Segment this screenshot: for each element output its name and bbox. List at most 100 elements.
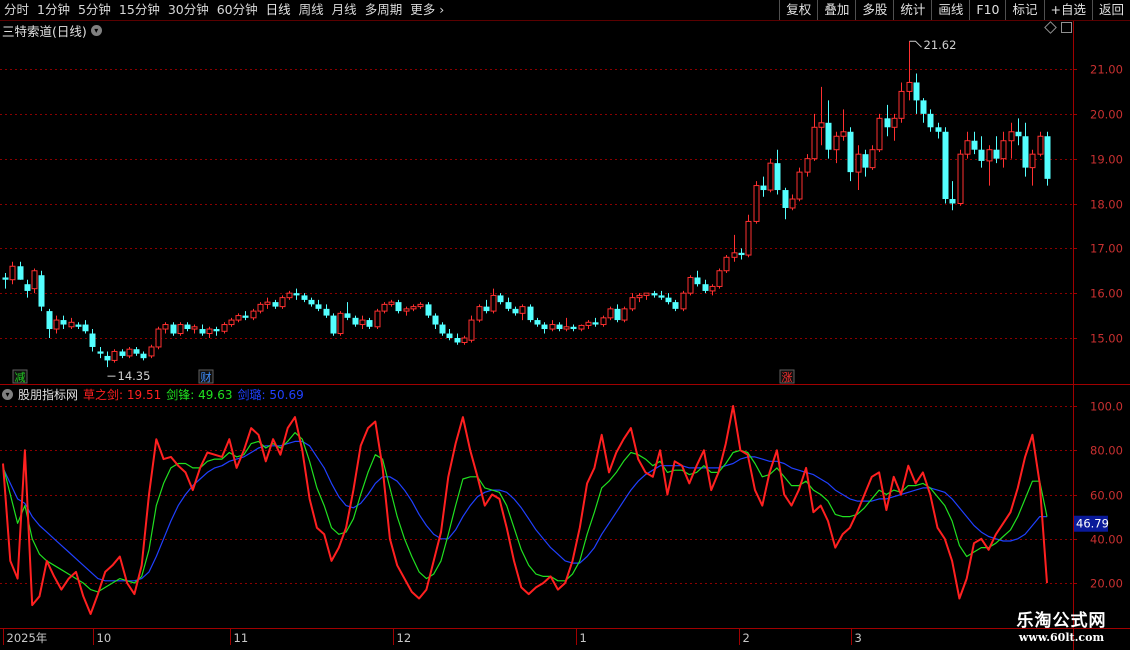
legend-label: 草之剑:: [83, 388, 124, 402]
candle-body-down: [242, 315, 249, 318]
indicator-line-草之剑: [2, 405, 1048, 615]
candle-body-up: [621, 308, 628, 321]
candle-body-up: [789, 198, 796, 209]
candle-body-up: [68, 321, 75, 328]
time-tick-label: 2: [743, 631, 750, 645]
candle-body-up: [337, 312, 344, 335]
candle-body-up: [840, 131, 847, 137]
candle-body-down: [24, 284, 31, 291]
legend-label: 剑锋:: [166, 388, 195, 402]
candle-body-up: [680, 292, 687, 310]
time-tick-label: 1: [580, 631, 587, 645]
candle-body-down: [352, 317, 359, 325]
candle-body-up: [563, 326, 570, 330]
candle-body-up: [753, 185, 760, 222]
candle-body-up: [417, 303, 424, 308]
candle-body-down: [825, 122, 832, 150]
candle-body-up: [177, 324, 184, 335]
candle-body-up: [585, 321, 592, 326]
candle-body-up: [818, 122, 825, 128]
candle-body-up: [53, 319, 60, 330]
candle-body-down: [497, 295, 504, 303]
candle-body-down: [60, 320, 67, 325]
candle-body-down: [651, 293, 658, 296]
candle-body-up: [796, 171, 803, 200]
window-toggle-icon[interactable]: [1061, 22, 1072, 33]
candle-body-up: [461, 337, 468, 343]
candle-body-down: [272, 302, 279, 307]
candle-body-down: [927, 113, 934, 128]
candle-body-up: [745, 220, 752, 256]
candle-body-up: [709, 285, 716, 292]
candle-body-down: [694, 277, 701, 285]
candle-body-up: [716, 270, 723, 287]
candle-body-down: [782, 190, 789, 208]
indicator-name[interactable]: 股朋指标网: [18, 386, 78, 403]
candle-body-down: [512, 308, 519, 314]
candle-body-up: [257, 303, 264, 312]
chevron-down-icon[interactable]: ▾: [2, 389, 13, 400]
candle-body-down: [592, 322, 599, 325]
candle-body-up: [898, 90, 905, 119]
legend-value: 49.63: [198, 388, 233, 402]
candle-body-up: [723, 256, 730, 272]
time-tick-label: 10: [97, 631, 112, 645]
candle-body-up: [549, 324, 556, 330]
indicator-tick-label: 40.00: [1090, 533, 1123, 547]
candle-body-down: [323, 308, 330, 316]
watermark-url: www.60lt.com: [1018, 631, 1105, 644]
indicator-title: ▾ 股朋指标网 草之剑: 19.51 剑锋: 49.63 剑璐: 50.69: [2, 386, 304, 403]
candle-body-down: [38, 275, 45, 307]
chart-canvas[interactable]: 15.00 16.00 17.00 18.00 19.00 20.00 21.00 20.00…: [0, 0, 1130, 650]
chevron-down-icon[interactable]: ▾: [90, 25, 102, 36]
candle-body-down: [920, 100, 927, 114]
candle-body-up: [250, 310, 257, 319]
candle-body-up: [359, 319, 366, 326]
candle-body-up: [490, 294, 497, 312]
candle-body-down: [847, 131, 854, 173]
candle-body-up: [636, 294, 643, 299]
current-value-label: 46.79: [1076, 517, 1109, 531]
candle-body-down: [1022, 136, 1029, 168]
candle-body-down: [527, 306, 534, 321]
candle-body-down: [2, 277, 9, 280]
candle-body-down: [738, 252, 745, 256]
candle-body-down: [760, 185, 767, 191]
candle-body-down: [366, 320, 373, 327]
candle-body-up: [31, 270, 38, 290]
candle-body-up: [731, 252, 738, 258]
candle-body-down: [949, 199, 956, 204]
candle-body-up: [286, 292, 293, 299]
candle-body-down: [301, 295, 308, 300]
grid-lines: [0, 69, 1073, 584]
legend-jianlu: 剑璐: 50.69: [237, 386, 303, 403]
candle-body-down: [534, 320, 541, 325]
candle-body-up: [1008, 131, 1015, 142]
candle-body-up: [519, 306, 526, 314]
main-chart-title[interactable]: 三特索道(日线) ▾: [2, 21, 102, 40]
candle-body-up: [1029, 153, 1036, 169]
candle-body-down: [133, 349, 140, 354]
legend-value: 50.69: [269, 388, 304, 402]
candle-body-down: [199, 329, 206, 334]
price-tick-label: 18.00: [1090, 198, 1123, 212]
candle-body-down: [46, 311, 53, 330]
candle-body-up: [767, 162, 774, 191]
candle-body-up: [869, 149, 876, 169]
diamond-icon[interactable]: [1044, 21, 1057, 34]
candle-body-down: [293, 293, 300, 296]
candle-body-down: [978, 149, 985, 161]
time-tick-label: 2025年: [7, 631, 48, 645]
candle-body-up: [155, 328, 162, 348]
candle-body-down: [774, 163, 781, 191]
candle-body-down: [935, 127, 942, 132]
candle-body-up: [191, 326, 198, 330]
time-tick-label: 11: [234, 631, 249, 645]
candle-body-up: [228, 319, 235, 326]
candle-body-down: [104, 355, 111, 361]
candle-body-down: [913, 82, 920, 101]
candle-body-up: [476, 306, 483, 321]
high-marker-arrow: [909, 40, 922, 48]
candle-body-down: [862, 154, 869, 168]
watermark: 乐淘公式网 www.60lt.com: [999, 606, 1124, 650]
